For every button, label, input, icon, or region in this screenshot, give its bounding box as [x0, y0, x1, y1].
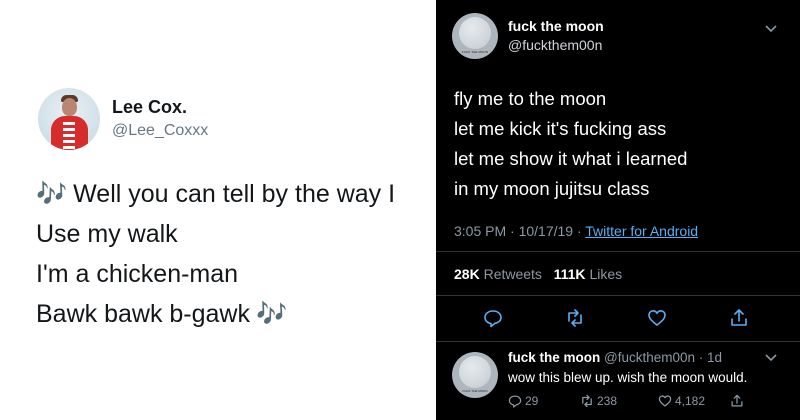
reply-icon [508, 395, 522, 408]
light-tweet-panel: Lee Cox. @Lee_Coxxx 🎶 Well you can tell b… [0, 0, 436, 420]
tweet-line: I'm a chicken-man [36, 260, 239, 288]
author-handle-time[interactable]: @fuckthem00n · 1d [604, 350, 722, 365]
retweet-button[interactable]: 238 [580, 394, 617, 408]
retweet-icon[interactable] [565, 308, 585, 328]
reply-header: fuck the moon @fuckthem00n · 1d [508, 350, 722, 365]
chevron-down-icon[interactable] [764, 353, 778, 363]
reply-icon[interactable] [483, 308, 503, 328]
timestamp: 3:05 PM · 10/17/19 · [454, 223, 586, 239]
like-count: 4,182 [675, 394, 706, 408]
author-name[interactable]: Lee Cox. [112, 97, 187, 118]
reply-count: 29 [525, 394, 539, 408]
tweet-line: Use my walk [36, 220, 178, 248]
avatar-head [62, 98, 77, 116]
engagement-stats: 28K Retweets 111K Likes [454, 266, 622, 282]
like-icon [658, 395, 672, 407]
likes-stat[interactable]: 111K Likes [554, 266, 623, 282]
share-icon [731, 394, 743, 407]
chevron-down-icon[interactable] [764, 24, 778, 34]
moon-icon [459, 17, 491, 49]
avatar[interactable]: FUCK THE MOON [452, 352, 498, 398]
avatar[interactable] [38, 88, 100, 150]
tweet-line: fly me to the moon [454, 88, 607, 109]
author-name[interactable]: fuck the moon [508, 18, 604, 34]
tweet-line: in my moon jujitsu class [454, 178, 650, 199]
reply-text: wow this blew up. wish the moon would. [508, 370, 748, 385]
avatar-shirt [51, 116, 88, 150]
tweet-text: 🎶 Well you can tell by the way I Use my w… [36, 174, 395, 334]
tweet-line: 🎶 Well you can tell by the way I [36, 180, 396, 208]
music-notes-icon: 🎶 [36, 180, 68, 208]
divider [436, 295, 800, 296]
retweet-count: 238 [597, 394, 618, 408]
share-button[interactable] [730, 394, 747, 408]
divider [436, 251, 800, 252]
moon-icon [459, 356, 491, 388]
share-icon[interactable] [729, 308, 749, 328]
author-handle[interactable]: @Lee_Coxxx [112, 122, 208, 140]
tweet-line: let me kick it's fucking ass [454, 118, 667, 139]
tweet-meta: 3:05 PM · 10/17/19 · Twitter for Android [454, 223, 698, 239]
tweet-text: fly me to the moon let me kick it's fuck… [454, 84, 687, 204]
like-button[interactable]: 4,182 [658, 394, 705, 408]
tweet-line: Bawk bawk b-gawk 🎶 [36, 300, 288, 328]
retweet-icon [582, 394, 592, 408]
music-notes-icon: 🎶 [255, 300, 288, 328]
avatar-label: FUCK THE MOON [461, 50, 489, 54]
avatar[interactable]: FUCK THE MOON [452, 13, 498, 59]
author-name[interactable]: fuck the moon [508, 350, 600, 365]
like-icon[interactable] [647, 308, 667, 328]
reply-button[interactable]: 29 [508, 394, 538, 408]
divider [436, 341, 800, 342]
tweet-line: let me show it what i learned [454, 148, 688, 169]
avatar-label: FUCK THE MOON [462, 389, 488, 393]
retweets-stat[interactable]: 28K Retweets [454, 266, 542, 282]
author-handle[interactable]: @fuckthem00n [508, 37, 602, 53]
source-link[interactable]: Twitter for Android [585, 223, 698, 239]
dark-tweet-panel: FUCK THE MOON fuck the moon @fuckthem00n… [436, 0, 800, 420]
